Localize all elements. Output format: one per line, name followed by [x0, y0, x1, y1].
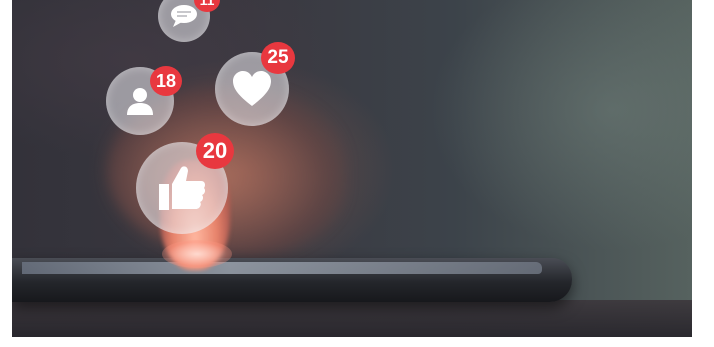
- thumbs-up-icon: [159, 166, 206, 210]
- finger-touch-glow: [162, 240, 232, 268]
- followers-count-badge: 18: [150, 66, 182, 96]
- photo-frame: 11 18 25 20: [12, 0, 692, 337]
- smartphone-screen: [22, 262, 542, 274]
- comment-icon: [171, 5, 197, 27]
- table-surface: [12, 300, 692, 337]
- heart-icon: [233, 71, 271, 106]
- like-count-badge: 20: [196, 133, 234, 169]
- heart-count-badge: 25: [261, 42, 295, 74]
- user-icon: [127, 88, 153, 115]
